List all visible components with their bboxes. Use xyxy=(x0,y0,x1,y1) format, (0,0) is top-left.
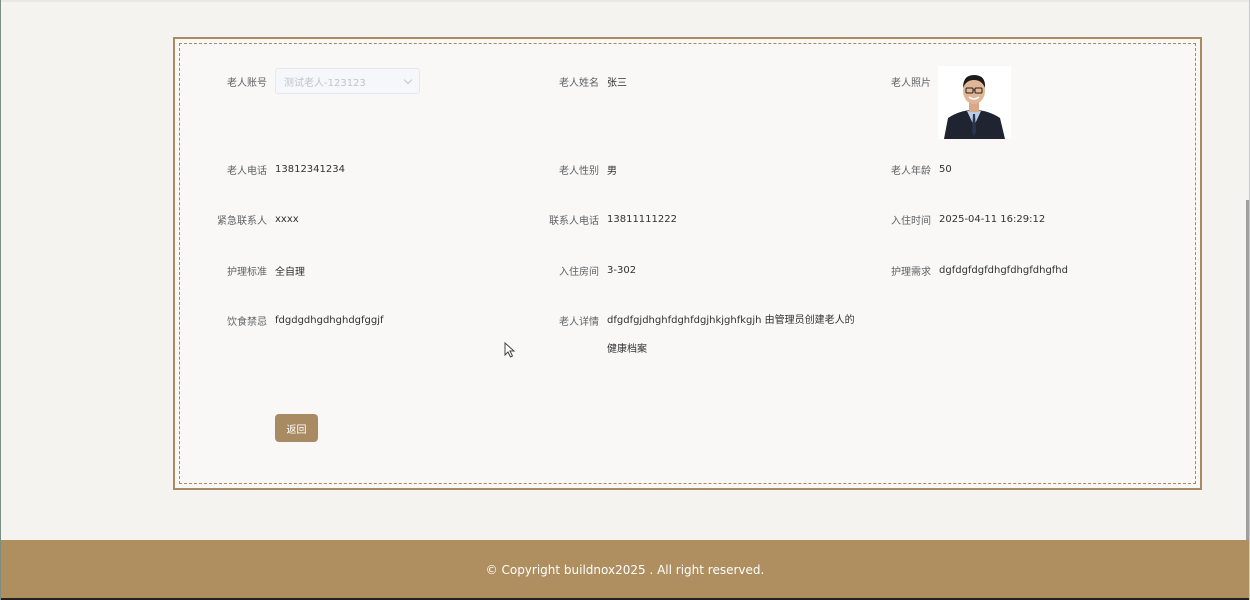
chevron-down-icon xyxy=(403,75,413,84)
field-care-needs: 护理需求 dgfdgfdgfdhgfdhgfdhgfhd xyxy=(847,256,1068,284)
field-phone: 老人电话 13812341234 xyxy=(183,155,345,183)
footer: © Copyright buildnox2025 . All right res… xyxy=(1,540,1249,600)
care-standard-label: 护理标准 xyxy=(227,266,267,278)
care-needs-value: dgfdgfdgfdhgfdhgfdhgfhd xyxy=(939,264,1068,276)
field-photo: 老人照片 xyxy=(847,67,939,95)
room-label: 入住房间 xyxy=(559,266,599,278)
account-label: 老人账号 xyxy=(227,77,267,89)
account-select[interactable]: 测试老人-123123 xyxy=(275,68,420,94)
phone-label: 老人电话 xyxy=(227,165,267,177)
name-label: 老人姓名 xyxy=(559,77,599,89)
field-checkin-time: 入住时间 2025-04-11 16:29:12 xyxy=(847,205,1045,233)
checkin-time-value: 2025-04-11 16:29:12 xyxy=(939,213,1046,225)
age-value: 50 xyxy=(939,163,952,175)
phone-value: 13812341234 xyxy=(275,163,345,175)
top-strip xyxy=(1,0,1249,2)
elder-photo xyxy=(938,66,1011,139)
field-account: 老人账号 测试老人-123123 xyxy=(183,67,420,95)
field-contact-phone: 联系人电话 13811111222 xyxy=(515,205,677,233)
field-room: 入住房间 3-302 xyxy=(515,256,636,284)
room-value: 3-302 xyxy=(607,264,637,276)
footer-copyright: © Copyright buildnox2025 . All right res… xyxy=(485,563,765,577)
field-diet: 饮食禁忌 fdgdgdhgdhghdgfggjf xyxy=(183,306,384,334)
details-label: 老人详情 xyxy=(559,316,599,328)
details-value: dfgdfgjdhghfdghfdgjhkjghfkgjh 由管理员创建老人的健… xyxy=(607,315,855,355)
age-label: 老人年龄 xyxy=(891,165,931,177)
account-select-value: 测试老人-123123 xyxy=(284,77,366,89)
mouse-cursor-icon xyxy=(504,341,516,358)
field-name: 老人姓名 张三 xyxy=(515,67,627,95)
contact-phone-value: 13811111222 xyxy=(607,213,677,225)
portrait-image xyxy=(938,66,1011,139)
care-standard-value: 全自理 xyxy=(275,266,305,278)
field-care-standard: 护理标准 全自理 xyxy=(183,256,305,284)
page-scrollbar[interactable] xyxy=(1246,200,1249,540)
contact-label: 紧急联系人 xyxy=(217,215,267,227)
field-details: 老人详情 xyxy=(515,306,607,334)
checkin-time-label: 入住时间 xyxy=(891,215,931,227)
name-value: 张三 xyxy=(607,77,627,89)
diet-value: fdgdgdhgdhghdgfggjf xyxy=(275,314,384,326)
care-needs-label: 护理需求 xyxy=(891,266,931,278)
gender-value: 男 xyxy=(607,165,617,177)
diet-label: 饮食禁忌 xyxy=(227,316,267,328)
contact-value: xxxx xyxy=(275,213,299,225)
field-age: 老人年龄 50 xyxy=(847,155,952,183)
contact-phone-label: 联系人电话 xyxy=(549,215,599,227)
gender-label: 老人性别 xyxy=(559,165,599,177)
back-button[interactable]: 返回 xyxy=(275,414,318,442)
page: 老人账号 测试老人-123123 老人姓名 张三 老人照片 老人电话 13812… xyxy=(0,0,1250,600)
field-contact: 紧急联系人 xxxx xyxy=(183,205,299,233)
field-gender: 老人性别 男 xyxy=(515,155,617,183)
photo-label: 老人照片 xyxy=(891,77,931,89)
